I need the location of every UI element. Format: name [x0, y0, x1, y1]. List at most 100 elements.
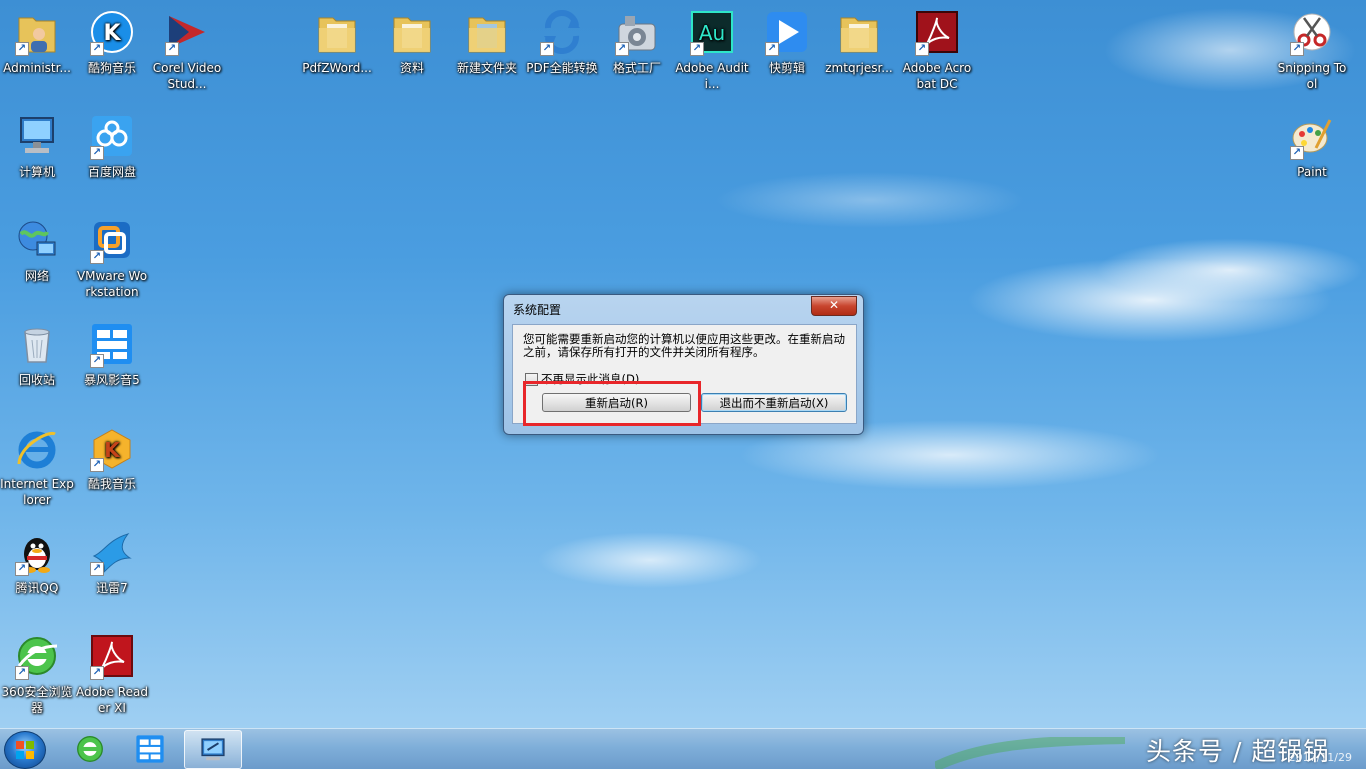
shortcut-arrow-icon: ↗ [165, 42, 179, 56]
icon-label: 腾讯QQ [15, 581, 59, 595]
restart-message: 您可能需要重新启动您的计算机以便应用这些更改。在重新启动之前，请保存所有打开的文… [523, 332, 845, 359]
icon-label: Snipping Tool [1277, 61, 1347, 91]
desktop-icon-360-browser[interactable]: ↗ 360安全浏览器 [0, 632, 74, 716]
shortcut-arrow-icon: ↗ [90, 354, 104, 368]
internet-explorer-icon [13, 424, 61, 472]
folder-icon [463, 8, 511, 56]
baofeng-icon [136, 734, 164, 763]
desktop-icon-xunlei[interactable]: ↗ 迅雷7 [75, 528, 149, 596]
desktop-icon-adobe-acrobat[interactable]: ↗ Adobe Acrobat DC [900, 8, 974, 92]
windows-logo-icon [16, 741, 34, 759]
shortcut-arrow-icon: ↗ [90, 562, 104, 576]
exit-without-restart-button[interactable]: 退出而不重新启动(X) [701, 393, 847, 412]
folder-icon [313, 8, 361, 56]
desktop-icon-zmtqrjesr[interactable]: zmtqrjesr... [822, 8, 896, 76]
taskbar-date[interactable]: 2017/11/29 [1289, 751, 1352, 764]
shortcut-arrow-icon: ↗ [90, 42, 104, 56]
corel-video-icon: ↗ [163, 8, 211, 56]
recycle-bin-icon [13, 320, 61, 368]
shortcut-arrow-icon: ↗ [90, 250, 104, 264]
restart-highlight-box [523, 381, 701, 426]
start-button[interactable] [4, 731, 46, 769]
desktop-icon-baofeng[interactable]: ↗ 暴风影音5 [75, 320, 149, 388]
desktop-icon-ziliao[interactable]: 资料 [375, 8, 449, 76]
icon-label: Adobe Auditi... [675, 61, 749, 91]
shortcut-arrow-icon: ↗ [90, 458, 104, 472]
icon-label: VMware Workstation [76, 269, 148, 299]
icon-label: 百度网盘 [87, 165, 136, 179]
desktop-icon-snipping-tool[interactable]: ↗ Snipping Tool [1275, 8, 1349, 92]
xunlei-bird-icon: ↗ [88, 528, 136, 576]
desktop-icon-vmware[interactable]: ↗ VMware Workstation [75, 216, 149, 300]
qq-penguin-icon: ↗ [13, 528, 61, 576]
taskbar-baofeng[interactable] [122, 730, 178, 767]
pdf-converter-icon: ↗ [538, 8, 586, 56]
desktop-icon-corel-video[interactable]: ↗ Corel VideoStud... [150, 8, 224, 92]
icon-label: Adobe Reader XI [76, 685, 148, 715]
adobe-reader-icon: ↗ [88, 632, 136, 680]
icon-label: 360安全浏览器 [1, 685, 73, 715]
desktop-icon-paint[interactable]: ↗ Paint [1275, 112, 1349, 180]
shortcut-arrow-icon: ↗ [15, 562, 29, 576]
tray-brand-graphic [935, 737, 1125, 769]
desktop-icon-internet-explorer[interactable]: Internet Explorer [0, 424, 74, 508]
desktop-icon-computer[interactable]: 计算机 [0, 112, 74, 180]
desktop-icon-adobe-audition[interactable]: Au ↗ Adobe Auditi... [675, 8, 749, 92]
icon-label: Corel VideoStud... [152, 61, 222, 91]
taskbar-360-browser[interactable] [62, 730, 118, 767]
shortcut-arrow-icon: ↗ [15, 666, 29, 680]
baidu-cloud-icon: ↗ [88, 112, 136, 160]
folder-icon [388, 8, 436, 56]
icon-label: 迅雷7 [96, 581, 128, 595]
baofeng-icon: ↗ [88, 320, 136, 368]
shortcut-arrow-icon: ↗ [1290, 42, 1304, 56]
icon-label: PdfZWord... [302, 61, 372, 75]
shortcut-arrow-icon: ↗ [915, 42, 929, 56]
desktop-icon-network[interactable]: 网络 [0, 216, 74, 284]
icon-label: 网络 [24, 269, 49, 283]
desktop-icon-kugou[interactable]: K ↗ 酷狗音乐 [75, 8, 149, 76]
shortcut-arrow-icon: ↗ [1290, 146, 1304, 160]
desktop-icon-pdfzword[interactable]: PdfZWord... [300, 8, 374, 76]
icon-label: 格式工厂 [612, 61, 661, 75]
desktop-icon-adobe-reader[interactable]: ↗ Adobe Reader XI [75, 632, 149, 716]
desktop-icon-new-folder[interactable]: 新建文件夹 [450, 8, 524, 76]
dialog-title: 系统配置 [513, 303, 562, 317]
desktop-icon-recycle-bin[interactable]: 回收站 [0, 320, 74, 388]
scissors-icon: ↗ [1288, 8, 1336, 56]
icon-label: Adobe Acrobat DC [902, 61, 972, 91]
desktop-icon-quick-editor[interactable]: ↗ 快剪辑 [750, 8, 824, 76]
icon-label: Internet Explorer [0, 477, 74, 507]
folder-icon [835, 8, 883, 56]
desktop-icon-format-factory[interactable]: ↗ 格式工厂 [600, 8, 674, 76]
computer-icon [13, 112, 61, 160]
kugou-icon: K ↗ [88, 8, 136, 56]
svg-text:K: K [104, 438, 121, 462]
icon-label: 资料 [399, 61, 424, 75]
shortcut-arrow-icon: ↗ [690, 42, 704, 56]
icon-label: 新建文件夹 [456, 61, 517, 75]
system-config-icon [201, 737, 225, 760]
shortcut-arrow-icon: ↗ [15, 42, 29, 56]
icon-label: zmtqrjesr... [825, 61, 893, 75]
quick-editor-icon: ↗ [763, 8, 811, 56]
kuwo-icon: K ↗ [88, 424, 136, 472]
user-folder-icon: ↗ [13, 8, 61, 56]
close-button[interactable]: ✕ [811, 296, 857, 316]
desktop-icon-administrator[interactable]: ↗ Administr... [0, 8, 74, 76]
desktop-icon-baidu-cloud[interactable]: ↗ 百度网盘 [75, 112, 149, 180]
taskbar: 头条号 / 超锅锅 2017/11/29 [0, 728, 1366, 769]
desktop-icon-qq[interactable]: ↗ 腾讯QQ [0, 528, 74, 596]
taskbar-system-config[interactable] [184, 730, 242, 769]
shortcut-arrow-icon: ↗ [765, 42, 779, 56]
svg-text:K: K [103, 21, 121, 46]
network-icon [13, 216, 61, 264]
vmware-icon: ↗ [88, 216, 136, 264]
desktop-icon-pdf-converter[interactable]: ↗ PDF全能转换 [525, 8, 599, 76]
shortcut-arrow-icon: ↗ [90, 666, 104, 680]
shortcut-arrow-icon: ↗ [615, 42, 629, 56]
icon-label: 酷狗音乐 [87, 61, 136, 75]
desktop-icon-kuwo[interactable]: K ↗ 酷我音乐 [75, 424, 149, 492]
icon-label: 计算机 [18, 165, 55, 179]
shortcut-arrow-icon: ↗ [90, 146, 104, 160]
